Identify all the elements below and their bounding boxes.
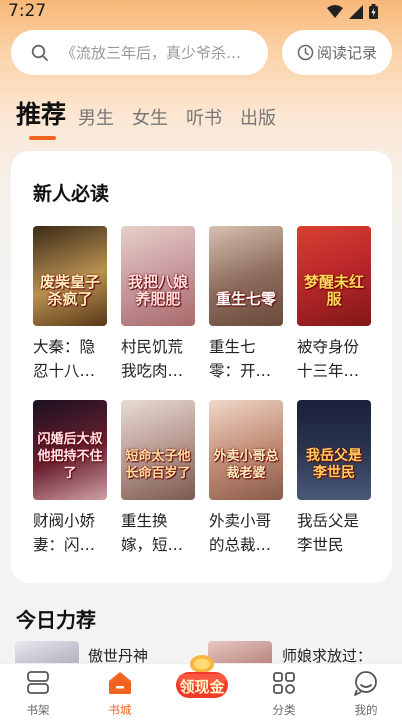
book-title[interactable]: 财阀小娇妻：闪…	[33, 509, 107, 557]
reading-history-button[interactable]: 阅读记录	[282, 30, 392, 75]
search-bar[interactable]: 《流放三年后，真少爷杀…	[11, 30, 268, 75]
wifi-icon	[327, 4, 343, 18]
nav-category[interactable]: 分类	[254, 670, 314, 718]
clock-icon	[297, 44, 314, 61]
tab-recommend[interactable]: 推荐	[16, 98, 66, 140]
search-placeholder: 《流放三年后，真少爷杀…	[61, 44, 242, 62]
bookshelf-icon	[27, 671, 49, 694]
book-cover[interactable]: 重生七零	[209, 226, 283, 326]
nav-earn-cash[interactable]: 领现金	[172, 646, 232, 706]
book-title[interactable]: 大秦：隐忍十八…	[33, 335, 107, 383]
cover-title: 我把八娘养肥肥	[127, 273, 188, 308]
system-icons	[327, 4, 378, 19]
book-cover[interactable]: 短命太子他长命百岁了	[121, 400, 195, 500]
cover-title: 短命太子他长命百岁了	[125, 449, 191, 481]
book-item[interactable]: 我岳父是李世民 我岳父是李世民	[297, 400, 373, 557]
nav-profile[interactable]: 我的	[336, 670, 396, 718]
profile-icon	[354, 671, 377, 696]
cover-title: 重生七零	[215, 290, 276, 308]
book-title[interactable]: 我岳父是李世民	[297, 509, 371, 557]
category-grid-icon	[273, 672, 295, 694]
nav-bookstore[interactable]: 书城	[90, 670, 150, 718]
book-cover[interactable]: 闪婚后大叔他把持不住了	[33, 400, 107, 500]
book-title[interactable]: 重生换嫁，短…	[121, 509, 195, 557]
nav-label: 我的	[354, 703, 378, 717]
cover-title: 闪婚后大叔他把持不住了	[37, 432, 103, 481]
book-item[interactable]: 短命太子他长命百岁了 重生换嫁，短…	[121, 400, 197, 557]
book-item[interactable]: 闪婚后大叔他把持不住了 财阀小娇妻：闪…	[33, 400, 109, 557]
home-icon	[109, 672, 131, 694]
battery-icon	[369, 4, 378, 19]
book-item[interactable]: 梦醒未红服 被夺身份十三年…	[297, 226, 373, 383]
book-cover[interactable]: 废柴皇子杀疯了	[33, 226, 107, 326]
tab-male[interactable]: 男生	[78, 106, 114, 132]
book-cover[interactable]: 梦醒未红服	[297, 226, 371, 326]
cover-title: 我岳父是李世民	[306, 448, 362, 481]
book-title[interactable]: 重生七零：开…	[209, 335, 283, 383]
tab-audiobook[interactable]: 听书	[186, 106, 222, 132]
status-time: 7:27	[8, 1, 47, 21]
tab-female[interactable]: 女生	[132, 106, 168, 132]
cover-title: 梦醒未红服	[303, 273, 364, 308]
book-item[interactable]: 重生七零 重生七零：开…	[209, 226, 285, 383]
section-title: 新人必读	[33, 183, 110, 205]
book-title[interactable]: 村民饥荒我吃肉…	[121, 335, 195, 383]
book-item[interactable]: 外卖小哥总裁老婆 外卖小哥的总裁…	[209, 400, 285, 557]
book-cover[interactable]: 我把八娘养肥肥	[121, 226, 195, 326]
reading-history-label: 阅读记录	[316, 44, 377, 62]
new-readers-section: 新人必读 废柴皇子杀疯了 大秦：隐忍十八… 我把八娘养肥肥 村民饥荒我吃肉… 重…	[11, 151, 392, 583]
status-bar: 7:27	[0, 0, 402, 24]
search-icon	[31, 44, 48, 61]
nav-label: 领现金	[179, 678, 225, 696]
book-item[interactable]: 废柴皇子杀疯了 大秦：隐忍十八…	[33, 226, 109, 383]
cover-title: 废柴皇子杀疯了	[39, 273, 100, 308]
today-picks-title: 今日力荐	[16, 608, 96, 632]
signal-icon	[349, 4, 363, 19]
book-item[interactable]: 我把八娘养肥肥 村民饥荒我吃肉…	[121, 226, 197, 383]
nav-bookshelf[interactable]: 书架	[8, 670, 68, 718]
tab-published[interactable]: 出版	[240, 106, 276, 132]
bottom-navigation: 书架 书城 领现金 分类 我的	[0, 655, 402, 721]
book-cover[interactable]: 我岳父是李世民	[297, 400, 371, 500]
nav-label: 书架	[26, 703, 50, 717]
nav-label: 书城	[108, 703, 132, 717]
nav-label: 分类	[272, 703, 296, 717]
cover-title: 外卖小哥总裁老婆	[213, 449, 279, 481]
book-cover[interactable]: 外卖小哥总裁老婆	[209, 400, 283, 500]
book-title[interactable]: 被夺身份十三年…	[297, 335, 371, 383]
book-title[interactable]: 外卖小哥的总裁…	[209, 509, 283, 557]
category-tabs: 推荐 男生 女生 听书 出版	[16, 92, 294, 140]
